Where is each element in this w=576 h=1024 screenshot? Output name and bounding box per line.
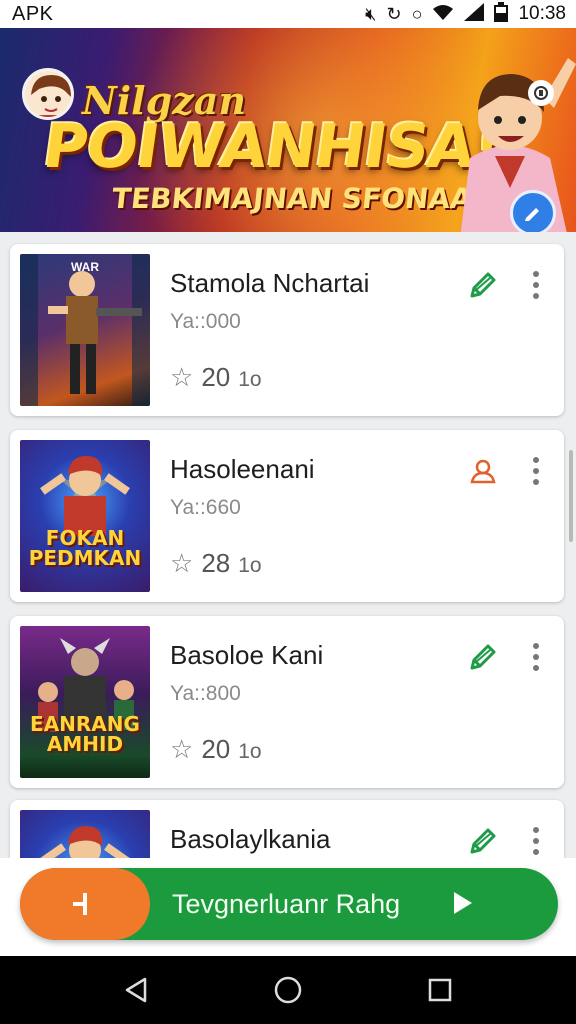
app-card[interactable]: WAR Stamola Nchartai Ya::000 ☆ 20 1o: [10, 244, 564, 416]
app-title: Hasoleenani: [170, 454, 315, 484]
battery-icon: [494, 1, 509, 27]
banner-subtitle: TEBKIMAJNAN SFONAAI: [110, 182, 484, 215]
data-saver-icon: ↻: [386, 3, 402, 24]
edit-action-button[interactable]: [466, 824, 500, 858]
app-rating: ☆ 20 1o: [170, 362, 262, 393]
back-icon: [125, 977, 147, 1003]
app-thumbnail-caption: FOKAN PEDMKAN: [28, 526, 142, 570]
signal-icon: [464, 2, 485, 26]
app-size: Ya::800: [170, 682, 241, 705]
system-nav-bar: [0, 956, 576, 1024]
more-options-icon[interactable]: [526, 824, 546, 858]
star-icon: ☆: [170, 362, 194, 392]
status-time: 10:38: [518, 3, 566, 24]
scrollbar[interactable]: [569, 450, 573, 542]
edit-icon: [470, 272, 496, 298]
rating-value: 28: [201, 548, 231, 578]
wifi-icon: [432, 3, 454, 26]
app-thumbnail: FOKAN PEDMKAN: [20, 440, 150, 592]
recents-icon: [428, 978, 452, 1002]
status-app-label: APK: [12, 2, 54, 25]
banner-close-icon[interactable]: [528, 80, 554, 106]
banner-big-title: POIWANHISA!: [39, 112, 505, 182]
primary-cta-button[interactable]: Tevgnerluanr Rahg: [20, 868, 558, 940]
app-size: Ya::000: [170, 310, 241, 333]
edit-action-button[interactable]: [466, 640, 500, 674]
rating-unit: 1o: [238, 554, 262, 577]
more-options-icon[interactable]: [526, 268, 546, 302]
cta-label: Tevgnerluanr Rahg: [172, 888, 401, 919]
play-icon: [454, 892, 472, 914]
rating-unit: 1o: [238, 740, 262, 763]
rating-value: 20: [201, 734, 231, 764]
app-thumbnail-caption: WAR: [71, 260, 99, 274]
cta-toggle-icon: [73, 893, 87, 915]
rating-value: 20: [201, 362, 231, 392]
star-icon: ☆: [170, 548, 194, 578]
cta-toggle-segment[interactable]: [20, 868, 150, 940]
edit-icon: [470, 644, 496, 670]
home-button[interactable]: [268, 970, 308, 1010]
app-rating: ☆ 28 1o: [170, 548, 262, 579]
app-card[interactable]: EANRANG AMHID Basoloe Kani Ya::800 ☆ 20 …: [10, 616, 564, 788]
app-rating: ☆ 20 1o: [170, 734, 262, 765]
app-thumbnail-caption: EANRANG AMHID: [30, 712, 140, 756]
star-icon: ☆: [170, 734, 194, 764]
app-thumbnail: WAR: [20, 254, 150, 406]
app-card[interactable]: FOKAN PEDMKAN Hasoleenani Ya::660 ☆ 28 1…: [10, 430, 564, 602]
app-title: Basolaylkania: [170, 824, 331, 854]
edit-icon: [470, 828, 496, 854]
app-size: Ya::660: [170, 496, 241, 519]
promo-banner[interactable]: Nilgzan POIWANHISA! TEBKIMAJNAN SFONAAI: [0, 28, 576, 232]
more-options-icon[interactable]: [526, 640, 546, 674]
rating-unit: 1o: [238, 368, 262, 391]
mute-icon: 🔇︎: [365, 3, 377, 24]
app-title: Basoloe Kani: [170, 640, 324, 670]
more-options-icon[interactable]: [526, 454, 546, 488]
banner-character: [440, 38, 576, 232]
edit-action-button[interactable]: [466, 268, 500, 302]
status-bar: APK 🔇︎ ↻ ○ 10:38: [0, 0, 576, 28]
user-icon: [470, 459, 496, 484]
app-title: Stamola Nchartai: [170, 268, 370, 298]
back-button[interactable]: [116, 970, 156, 1010]
status-icons: 🔇︎ ↻ ○ 10:38: [365, 1, 566, 27]
app-thumbnail: EANRANG AMHID: [20, 626, 150, 778]
pencil-icon: [525, 208, 539, 221]
home-icon: [274, 976, 302, 1004]
alarm-icon: ○: [411, 3, 423, 24]
edit-fab-button[interactable]: [510, 190, 556, 232]
recents-button[interactable]: [420, 970, 460, 1010]
user-action-button[interactable]: [466, 454, 500, 488]
